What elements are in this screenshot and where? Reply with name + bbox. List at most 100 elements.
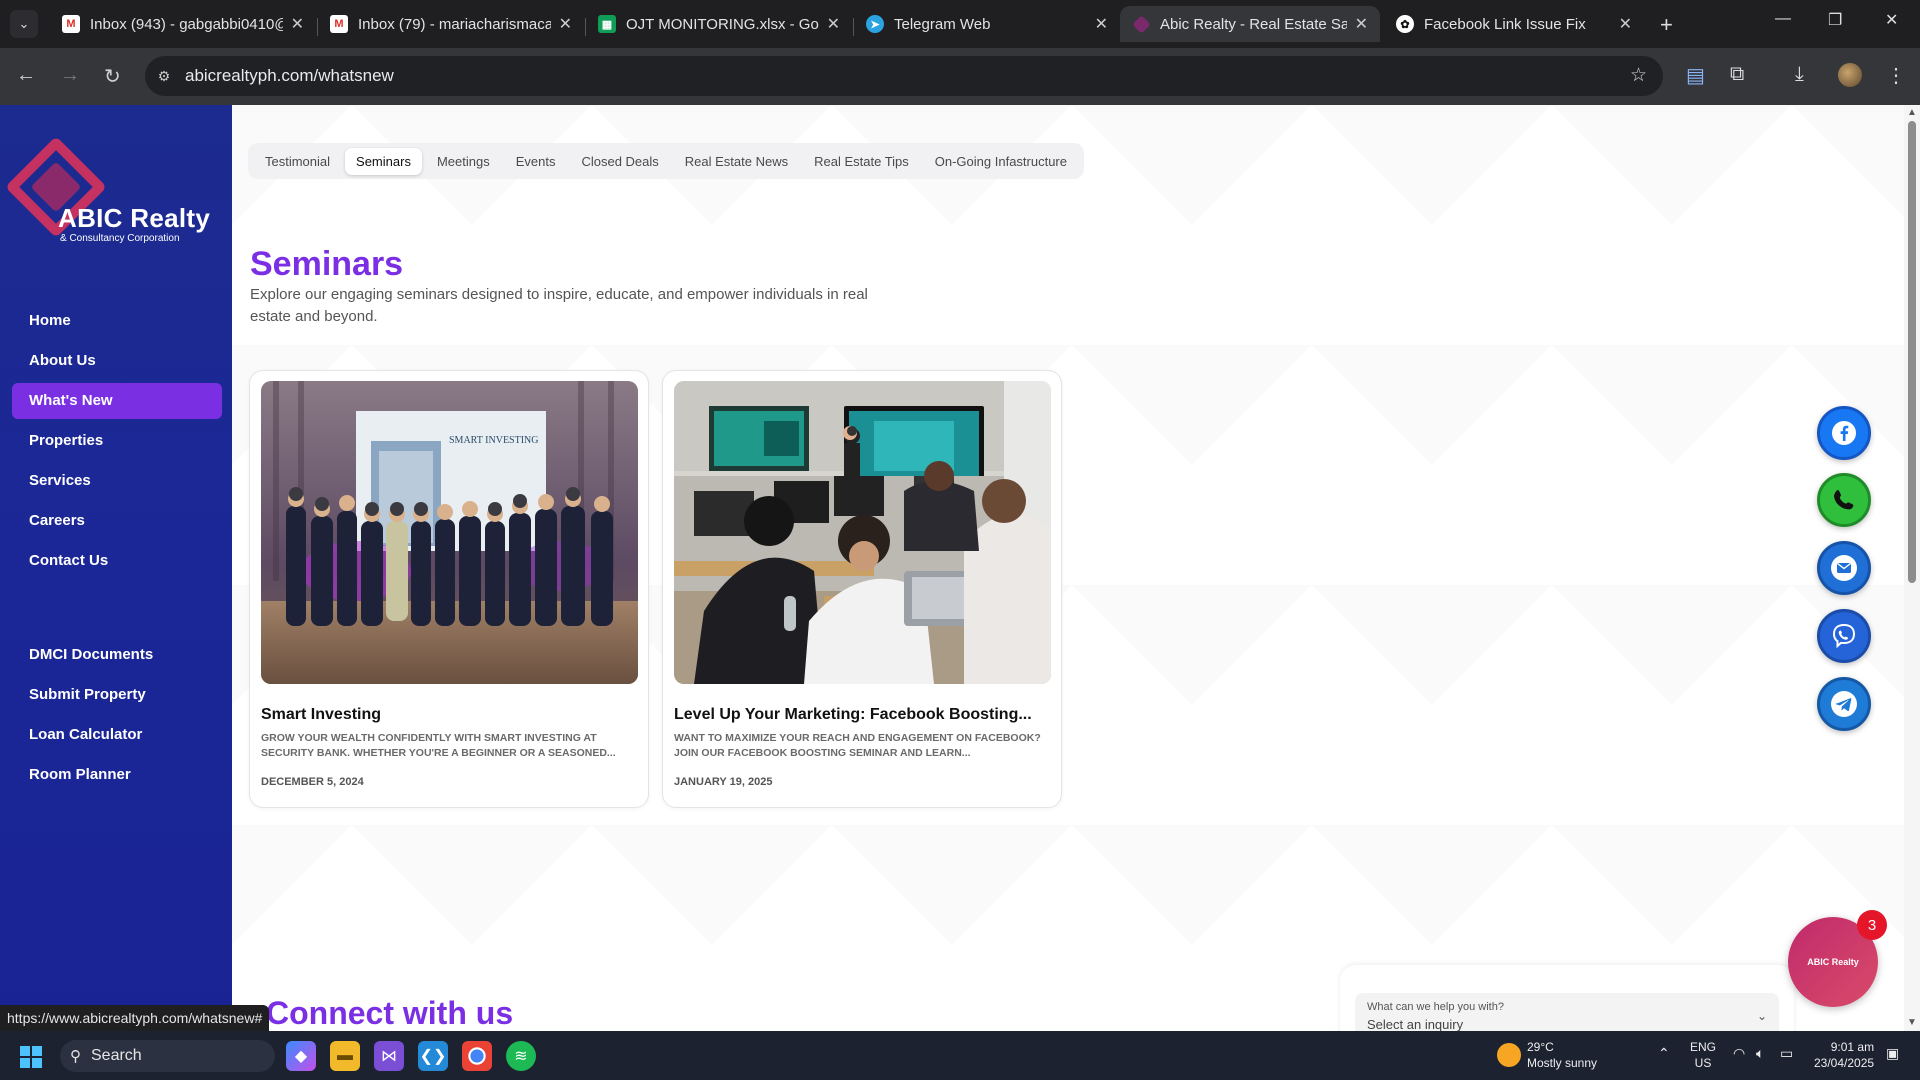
notifications-icon[interactable]: ▣: [1886, 1045, 1899, 1061]
card-date: JANUARY 19, 2025: [674, 776, 773, 788]
close-icon[interactable]: ✕: [1095, 14, 1108, 34]
site-sidebar: ABIC Realty & Consultancy Corporation Ho…: [0, 105, 232, 1031]
link-status-bubble: https://www.abicrealtyph.com/whatsnew#: [0, 1005, 270, 1031]
close-icon[interactable]: ✕: [1619, 14, 1632, 34]
copilot-icon[interactable]: ◆: [286, 1041, 316, 1071]
tab-ongoing-infrastructure[interactable]: On-Going Infastructure: [924, 148, 1078, 175]
sidebar-item-about-us[interactable]: About Us: [12, 343, 222, 379]
sidebar-item-services[interactable]: Services: [12, 463, 222, 499]
tab-title: Inbox (79) - mariacharismaca: [358, 15, 551, 33]
address-bar[interactable]: ⚙ abicrealtyph.com/whatsnew ☆: [145, 56, 1663, 96]
telegram-button[interactable]: [1817, 677, 1871, 731]
close-icon[interactable]: ✕: [1355, 14, 1368, 34]
browser-tab-sheets[interactable]: ▦ OJT MONITORING.xlsx - Goo ✕: [586, 6, 852, 42]
tab-seminars[interactable]: Seminars: [345, 147, 422, 175]
menu-dots-icon[interactable]: ⋮: [1886, 63, 1906, 88]
weather-icon[interactable]: [1497, 1043, 1521, 1067]
visual-studio-icon[interactable]: ⋈: [374, 1041, 404, 1071]
minimize-icon[interactable]: —: [1775, 10, 1791, 28]
browser-tab-telegram[interactable]: ➤ Telegram Web ✕: [854, 6, 1120, 42]
page-title: Seminars: [250, 245, 404, 283]
windows-start-icon[interactable]: [20, 1046, 42, 1068]
tab-events[interactable]: Events: [505, 148, 567, 175]
reload-icon[interactable]: ↻: [104, 64, 121, 89]
browser-tab-gmail-1[interactable]: M Inbox (943) - gabgabbi0410@ ✕: [50, 6, 316, 42]
download-icon[interactable]: ⤓: [1795, 63, 1804, 86]
new-tab-button[interactable]: +: [1660, 12, 1673, 38]
chevron-up-icon[interactable]: ⌃: [1658, 1045, 1670, 1061]
sidebar-item-properties[interactable]: Properties: [12, 423, 222, 459]
back-icon[interactable]: ←: [16, 64, 36, 87]
clock-date: 23/04/2025: [1814, 1056, 1875, 1070]
tab-testimonial[interactable]: Testimonial: [254, 148, 341, 175]
restore-icon[interactable]: ❐: [1828, 10, 1842, 30]
tab-search-button[interactable]: ⌄: [10, 10, 38, 38]
browser-tab-strip: ⌄ M Inbox (943) - gabgabbi0410@ ✕ M Inbo…: [0, 0, 1920, 48]
phone-button[interactable]: [1817, 473, 1871, 527]
extensions-icon[interactable]: ⧉: [1730, 63, 1744, 86]
taskbar-search[interactable]: ⚲ Search: [60, 1040, 275, 1072]
telegram-icon: [1831, 691, 1857, 717]
close-icon[interactable]: ✕: [559, 14, 572, 34]
tab-closed-deals[interactable]: Closed Deals: [570, 148, 669, 175]
card-title[interactable]: Smart Investing: [261, 706, 638, 724]
tab-real-estate-news[interactable]: Real Estate News: [674, 148, 799, 175]
weather-widget[interactable]: 29°C Mostly sunny: [1527, 1039, 1597, 1071]
inquiry-placeholder[interactable]: Select an inquiry: [1367, 1017, 1463, 1031]
sidebar-item-room-planner[interactable]: Room Planner: [12, 757, 222, 793]
facebook-button[interactable]: [1817, 406, 1871, 460]
seminar-card[interactable]: Level Up Your Marketing: Facebook Boosti…: [662, 370, 1062, 808]
card-date: DECEMBER 5, 2024: [261, 776, 364, 788]
inquiry-select[interactable]: What can we help you with? Select an inq…: [1355, 993, 1779, 1031]
seminar-photo[interactable]: [674, 381, 1051, 684]
main-content: Testimonial Seminars Meetings Events Clo…: [232, 105, 1904, 1031]
tab-real-estate-tips[interactable]: Real Estate Tips: [803, 148, 920, 175]
page-scrollbar[interactable]: ▲ ▼: [1904, 105, 1920, 1031]
tab-title: OJT MONITORING.xlsx - Goo: [626, 15, 819, 33]
close-icon[interactable]: ✕: [827, 14, 840, 34]
scroll-down-icon[interactable]: ▼: [1907, 1017, 1917, 1028]
seminar-card[interactable]: SMART INVESTING Smart Investing GROW YOU…: [249, 370, 649, 808]
browser-tab-abic[interactable]: Abic Realty - Real Estate Sale ✕: [1120, 6, 1380, 42]
clock[interactable]: 9:01 am 23/04/2025: [1814, 1039, 1874, 1071]
tab-title: Telegram Web: [894, 15, 991, 33]
profile-avatar[interactable]: [1838, 63, 1862, 87]
logo-subtitle: & Consultancy Corporation: [60, 233, 180, 244]
bookmark-star-icon[interactable]: ☆: [1630, 64, 1647, 87]
email-button[interactable]: [1817, 541, 1871, 595]
volume-muted-icon[interactable]: 🔈︎: [1756, 1045, 1764, 1061]
sidebar-item-contact-us[interactable]: Contact Us: [12, 543, 222, 579]
sidebar-item-loan-calculator[interactable]: Loan Calculator: [12, 717, 222, 753]
language-indicator[interactable]: ENG US: [1690, 1039, 1716, 1071]
sidebar-item-dmci-documents[interactable]: DMCI Documents: [12, 637, 222, 673]
browser-tab-chatgpt[interactable]: ✿ Facebook Link Issue Fix ✕: [1384, 6, 1644, 42]
abic-logo[interactable]: ABIC Realty & Consultancy Corporation: [5, 136, 222, 244]
sidebar-item-submit-property[interactable]: Submit Property: [12, 677, 222, 713]
wifi-icon[interactable]: ◠: [1733, 1045, 1745, 1061]
sidebar-item-home[interactable]: Home: [12, 303, 222, 339]
search-icon: ⚲: [70, 1048, 81, 1065]
close-icon[interactable]: ✕: [291, 14, 304, 34]
card-title[interactable]: Level Up Your Marketing: Facebook Boosti…: [674, 706, 1051, 724]
reading-list-icon[interactable]: ▤: [1686, 63, 1705, 88]
tab-meetings[interactable]: Meetings: [426, 148, 501, 175]
scroll-up-icon[interactable]: ▲: [1907, 107, 1917, 118]
clock-time: 9:01 am: [1830, 1040, 1875, 1054]
url-text[interactable]: abicrealtyph.com/whatsnew: [185, 66, 394, 86]
sidebar-item-whats-new[interactable]: What's New: [12, 383, 222, 419]
browser-tab-gmail-2[interactable]: M Inbox (79) - mariacharismaca ✕: [318, 6, 584, 42]
spotify-icon[interactable]: ≋: [506, 1041, 536, 1071]
sidebar-nav: Home About Us What's New Properties Serv…: [12, 303, 222, 797]
file-explorer-icon[interactable]: ▬: [330, 1041, 360, 1071]
sidebar-item-careers[interactable]: Careers: [12, 503, 222, 539]
viber-button[interactable]: [1817, 609, 1871, 663]
site-info-icon[interactable]: ⚙: [153, 65, 175, 87]
close-window-icon[interactable]: ✕: [1885, 10, 1898, 30]
battery-icon[interactable]: ▭: [1780, 1045, 1793, 1061]
chrome-icon[interactable]: [462, 1041, 492, 1071]
seminar-photo[interactable]: SMART INVESTING: [261, 381, 638, 684]
vscode-icon[interactable]: ❮❯: [418, 1041, 448, 1071]
page-description: Explore our engaging seminars designed t…: [250, 286, 868, 325]
forward-icon[interactable]: →: [60, 64, 80, 87]
scroll-thumb[interactable]: [1908, 121, 1916, 583]
